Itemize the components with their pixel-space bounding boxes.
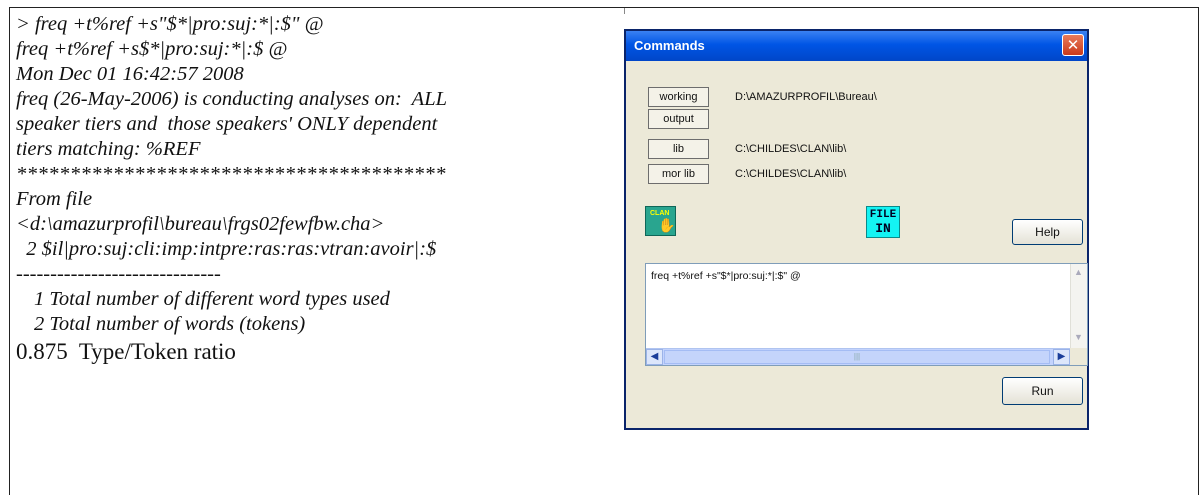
command-input-text: freq +t%ref +s"$*|pro:suj:*|:$" @ [651,270,801,282]
freq-output-transcript: > freq +t%ref +s"$*|pro:suj:*|:$" @ freq… [16,12,596,364]
scrollbar-corner [1070,348,1087,365]
lib-directory-path: C:\CHILDES\CLAN\lib\ [735,143,847,155]
window-titlebar[interactable]: Commands ✕ [626,31,1087,61]
frame-divider-tick [624,8,625,14]
file-in-icon[interactable]: FILE IN [866,206,900,238]
total-types-line: 1 Total number of different word types u… [34,288,390,310]
scroll-down-icon[interactable]: ▼ [1074,332,1083,342]
command-input[interactable]: freq +t%ref +s"$*|pro:suj:*|:$" @ ▲ ▼ ◀ … [645,263,1088,366]
working-directory-path: D:\AMAZURPROFIL\Bureau\ [735,91,877,103]
vertical-scrollbar[interactable]: ▲ ▼ [1070,264,1087,348]
run-button[interactable]: Run [1002,377,1083,405]
scroll-thumb[interactable]: ||| [664,350,1050,364]
mor-lib-directory-path: C:\CHILDES\CLAN\lib\ [735,168,847,180]
analysis-description-line-1: freq (26-May-2006) is conducting analyse… [16,88,448,110]
separator-stars: **************************************** [16,163,446,185]
horizontal-scrollbar[interactable]: ◀ ||| ▶ [646,348,1070,365]
clan-progs-icon[interactable]: CLAN ✋ [645,206,676,236]
analysis-description-line-3: tiers matching: %REF [16,138,201,160]
result-line: 2 $il|pro:suj:cli:imp:intpre:ras:ras:vtr… [16,238,437,260]
working-button[interactable]: working [648,87,709,107]
from-file-label: From file [16,188,93,210]
separator-dashes: ------------------------------ [16,263,221,285]
command-line: freq +t%ref +s$*|pro:suj:*|:$ @ [16,38,288,60]
scroll-up-icon[interactable]: ▲ [1074,267,1083,277]
scroll-left-icon[interactable]: ◀ [646,349,663,365]
analysis-description-line-2: speaker tiers and those speakers' ONLY d… [16,113,438,135]
output-button[interactable]: output [648,109,709,129]
window-title: Commands [634,38,705,53]
lib-button[interactable]: lib [648,139,709,159]
commands-window: Commands ✕ working D:\AMAZURPROFIL\Burea… [624,29,1089,430]
mor-lib-button[interactable]: mor lib [648,164,709,184]
command-echo-line: > freq +t%ref +s"$*|pro:suj:*|:$" @ [16,13,324,35]
help-button[interactable]: Help [1012,219,1083,245]
close-icon[interactable]: ✕ [1062,34,1084,56]
file-path: <d:\amazurprofil\bureau\frgs02fewfbw.cha… [16,213,385,235]
timestamp-line: Mon Dec 01 16:42:57 2008 [16,63,244,85]
type-token-ratio: 0.875 Type/Token ratio [16,339,236,364]
total-tokens-line: 2 Total number of words (tokens) [34,313,306,335]
scroll-right-icon[interactable]: ▶ [1053,349,1070,365]
